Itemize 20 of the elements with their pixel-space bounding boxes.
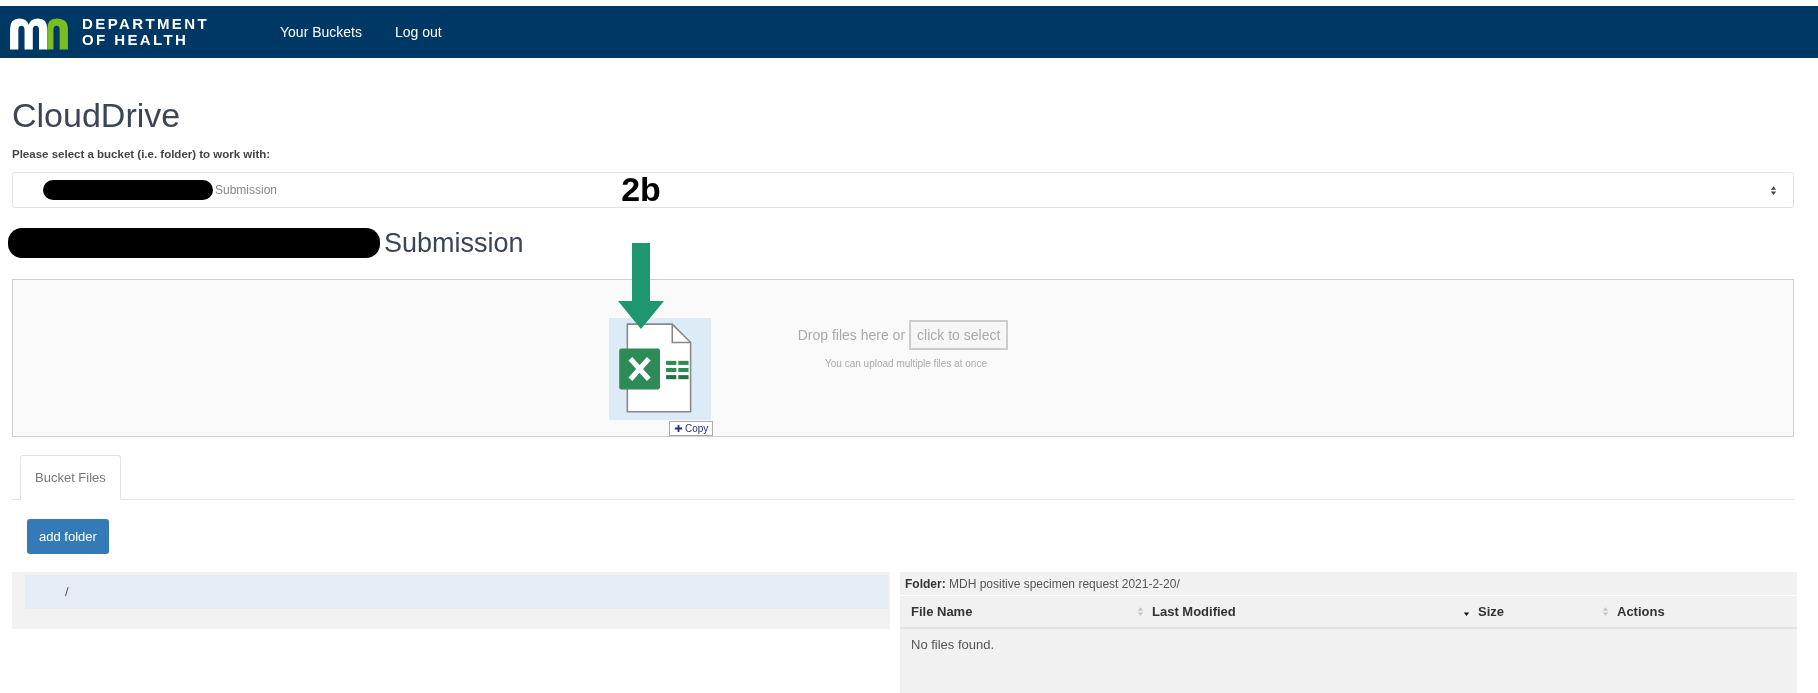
logo-text: DEPARTMENT xyxy=(82,16,210,32)
nav-link[interactable]: Your Buckets xyxy=(280,24,362,40)
drop-text: Drop files here or xyxy=(797,326,906,343)
select-label: Please select a bucket (i.e. folder) to work with: xyxy=(12,148,272,160)
dropdown-arrows-icon xyxy=(1770,184,1777,196)
empty-message: No files found. xyxy=(910,636,996,654)
nav-link[interactable]: Log out xyxy=(395,24,442,40)
bucket-heading: Submission xyxy=(384,227,524,259)
plus-icon xyxy=(674,424,683,433)
annotation-label: 2b xyxy=(621,174,661,204)
tab[interactable]: Bucket Files xyxy=(20,455,121,500)
folder-path: Folder: MDH positive specimen request 2021-2-20/ xyxy=(904,576,1181,593)
logo-text: OF HEALTH xyxy=(82,32,190,48)
copy-label: Copy xyxy=(685,423,709,434)
tree-item[interactable]: / xyxy=(25,575,888,609)
page-title: CloudDrive xyxy=(12,96,182,134)
drop-hint: You can upload multiple files at once xyxy=(825,357,987,369)
drop-zone[interactable]: Drop files here or click to select You can upload multiple files at once Copy xyxy=(12,279,1794,437)
add-folder-button[interactable]: add folder xyxy=(27,519,109,554)
spreadsheet-file-icon xyxy=(609,318,711,420)
